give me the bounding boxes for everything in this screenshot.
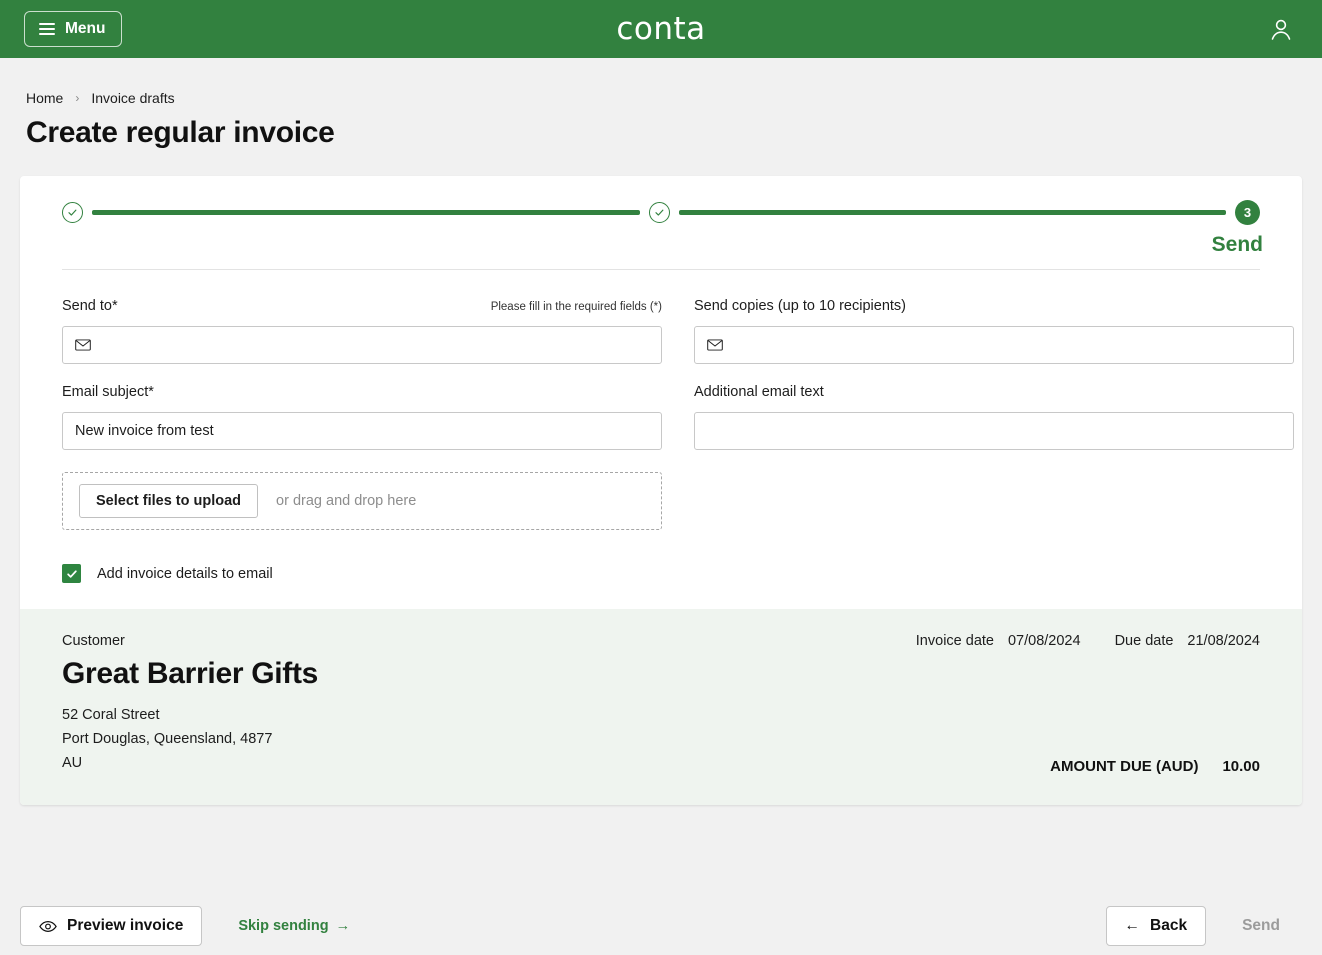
- send-to-field: Send to* Please fill in the required fie…: [62, 298, 662, 364]
- breadcrumb: Home › Invoice drafts: [0, 58, 1322, 106]
- send-to-label: Send to*: [62, 298, 118, 314]
- send-copies-label-row: Send copies (up to 10 recipients): [694, 298, 1294, 317]
- step-3-label: Send: [1211, 233, 1263, 256]
- checkmark-icon: [66, 569, 77, 578]
- add-invoice-details-label: Add invoice details to email: [97, 565, 273, 582]
- additional-email-text-input[interactable]: [707, 413, 1281, 449]
- invoice-date-pair: Invoice date 07/08/2024: [916, 633, 1081, 649]
- email-subject-label-row: Email subject*: [62, 384, 662, 403]
- add-invoice-details-checkbox[interactable]: [62, 564, 81, 583]
- send-copies-input[interactable]: [733, 327, 1281, 363]
- breadcrumb-separator-icon: ›: [75, 91, 80, 105]
- amount-due-value: 10.00: [1222, 758, 1260, 776]
- email-subject-input[interactable]: [75, 413, 649, 449]
- email-subject-field: Email subject*: [62, 384, 662, 450]
- customer-kicker-label: Customer: [62, 633, 125, 649]
- email-subject-input-wrapper[interactable]: [62, 412, 662, 450]
- email-subject-label: Email subject*: [62, 384, 154, 400]
- progress-stepper: 3 Send: [20, 176, 1302, 270]
- drag-drop-hint: or drag and drop here: [276, 493, 417, 509]
- additional-email-text-input-wrapper[interactable]: [694, 412, 1294, 450]
- envelope-icon: [707, 339, 723, 351]
- send-copies-field: Send copies (up to 10 recipients): [694, 298, 1294, 364]
- due-date-value: 21/08/2024: [1187, 633, 1260, 649]
- stepper-line-1: [92, 210, 640, 215]
- due-date-label: Due date: [1114, 633, 1174, 649]
- select-files-button[interactable]: Select files to upload: [79, 484, 259, 518]
- step-3-active-badge: 3: [1235, 200, 1260, 225]
- invoice-card: 3 Send Send to* Please fill in the requi…: [20, 176, 1302, 806]
- amount-due-label: AMOUNT DUE (AUD): [1050, 758, 1199, 776]
- additional-email-text-field: Additional email text: [694, 384, 1294, 450]
- address-line-1: 52 Coral Street: [62, 707, 160, 723]
- back-button-label: Back: [1150, 917, 1188, 934]
- address-line-2: Port Douglas, Queensland, 4877: [62, 731, 273, 748]
- due-date-pair: Due date 21/08/2024: [1115, 633, 1260, 649]
- arrow-right-icon: →: [335, 918, 351, 934]
- stepper-labels: Send: [62, 225, 1263, 261]
- menu-button-label: Menu: [65, 20, 106, 37]
- hamburger-icon: [39, 23, 55, 35]
- additional-email-text-label-row: Additional email text: [694, 384, 1294, 403]
- breadcrumb-home[interactable]: Home: [26, 90, 63, 106]
- send-copies-label: Send copies (up to 10 recipients): [694, 298, 906, 314]
- customer-address: 52 Coral Street Port Douglas, Queensland…: [62, 703, 318, 775]
- skip-sending-link[interactable]: Skip sending →: [238, 918, 350, 934]
- arrow-left-icon: ←: [1124, 917, 1141, 934]
- footer-action-bar: Preview invoice Skip sending → ← Back Se…: [0, 897, 1322, 955]
- invoice-dates: Invoice date 07/08/2024 Due date 21/08/2…: [916, 633, 1260, 649]
- page-title: Create regular invoice: [26, 116, 335, 149]
- send-to-label-row: Send to* Please fill in the required fie…: [62, 298, 662, 317]
- invoice-summary-panel: Customer Great Barrier Gifts 52 Coral St…: [20, 609, 1302, 806]
- user-account-icon[interactable]: [1268, 16, 1294, 42]
- customer-block: Customer Great Barrier Gifts 52 Coral St…: [62, 633, 318, 775]
- stepper-line-2: [678, 210, 1226, 215]
- eye-icon: [39, 920, 57, 932]
- required-fields-note: Please fill in the required fields (*): [490, 301, 662, 313]
- amount-due-row: AMOUNT DUE (AUD) 10.00: [916, 758, 1260, 775]
- back-button[interactable]: ← Back: [1105, 906, 1207, 946]
- skip-sending-label: Skip sending: [238, 918, 329, 934]
- customer-name: Great Barrier Gifts: [62, 657, 319, 690]
- send-to-input[interactable]: [101, 327, 649, 363]
- address-line-3: AU: [62, 755, 83, 772]
- step-2-completed-icon[interactable]: [648, 202, 670, 223]
- conta-logo: conta: [616, 11, 706, 47]
- top-navigation-bar: Menu conta: [0, 0, 1322, 58]
- send-to-input-wrapper[interactable]: [62, 326, 662, 364]
- send-invoice-form: Send to* Please fill in the required fie…: [20, 270, 1302, 609]
- send-copies-input-wrapper[interactable]: [694, 326, 1294, 364]
- invoice-date-value: 07/08/2024: [1007, 633, 1081, 649]
- additional-email-text-label: Additional email text: [694, 384, 824, 400]
- envelope-icon: [75, 339, 91, 351]
- add-invoice-details-row[interactable]: Add invoice details to email: [62, 564, 1294, 583]
- invoice-meta-block: Invoice date 07/08/2024 Due date 21/08/2…: [916, 633, 1260, 775]
- preview-invoice-button[interactable]: Preview invoice: [20, 906, 203, 946]
- invoice-date-label: Invoice date: [915, 633, 994, 649]
- step-1-completed-icon[interactable]: [62, 202, 83, 223]
- stepper-track: 3: [62, 200, 1260, 225]
- send-button[interactable]: Send: [1220, 906, 1302, 946]
- footer-right-actions: ← Back Send: [1105, 906, 1302, 946]
- menu-button[interactable]: Menu: [24, 11, 123, 47]
- breadcrumb-invoice-drafts[interactable]: Invoice drafts: [91, 90, 174, 106]
- preview-invoice-label: Preview invoice: [67, 917, 184, 934]
- file-upload-dropzone[interactable]: Select files to upload or drag and drop …: [62, 472, 662, 530]
